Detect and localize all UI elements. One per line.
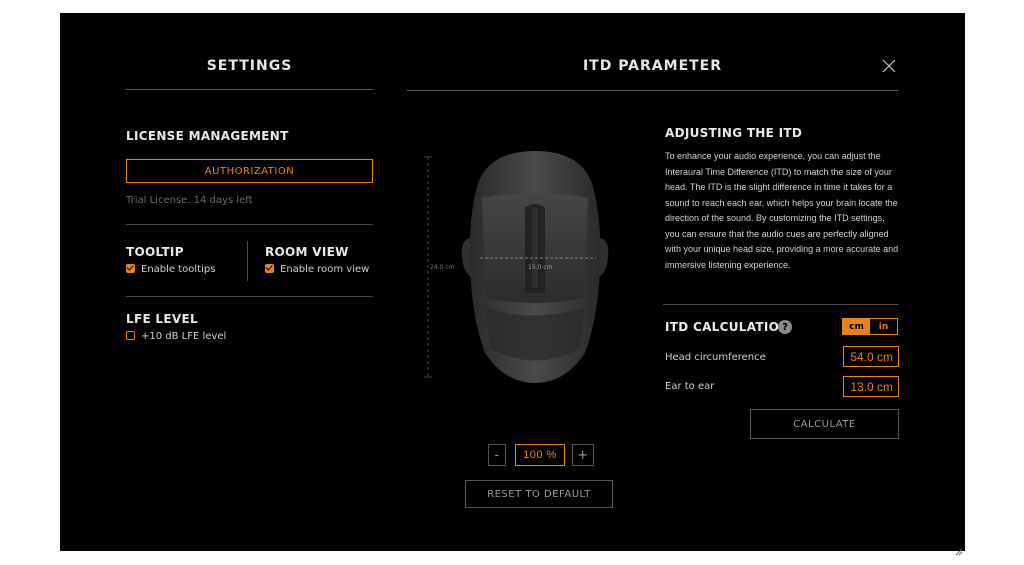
help-icon[interactable]: ? — [778, 320, 792, 334]
tooltip-room-separator — [247, 241, 248, 281]
lfe-section-title: LFE LEVEL — [126, 312, 198, 326]
lfe-level-checkbox[interactable]: +10 dB LFE level — [126, 331, 226, 342]
settings-window: SETTINGS LICENSE MANAGEMENT AUTHORIZATIO… — [60, 13, 965, 556]
checkbox-checked-icon — [126, 264, 135, 273]
zoom-value-field[interactable]: 100 % — [515, 444, 565, 466]
zoom-in-button[interactable]: + — [572, 444, 594, 466]
itd-calculation-title: ITD CALCULATION — [665, 320, 790, 334]
enable-room-view-label: Enable room view — [280, 264, 370, 275]
calculate-button[interactable]: CALCULATE — [750, 409, 899, 439]
zoom-out-button[interactable]: - — [488, 444, 506, 466]
settings-title-divider — [126, 89, 373, 90]
unit-toggle: cm in — [842, 318, 898, 335]
head-height-label: 24.0 cm — [430, 264, 455, 271]
itd-parameter-title: ITD PARAMETER — [582, 58, 723, 74]
settings-title: SETTINGS — [206, 58, 293, 74]
license-status: Trial License. 14 days left — [126, 195, 253, 206]
adjusting-itd-description: To enhance your audio experience, you ca… — [665, 151, 899, 270]
license-divider — [126, 224, 373, 225]
options-divider — [126, 296, 373, 297]
authorization-button[interactable]: AUTHORIZATION — [126, 159, 373, 183]
description-divider — [663, 304, 899, 305]
head-model-image — [420, 148, 650, 398]
adjusting-itd-title: ADJUSTING THE ITD — [665, 126, 803, 140]
enable-room-view-checkbox[interactable]: Enable room view — [265, 264, 369, 275]
resize-grip-icon[interactable] — [955, 541, 963, 556]
unit-in-option[interactable]: in — [870, 319, 897, 334]
head-circumference-label: Head circumference — [665, 352, 766, 363]
tooltip-section-title: TOOLTIP — [126, 245, 184, 259]
license-section-title: LICENSE MANAGEMENT — [126, 129, 289, 143]
itd-title-divider — [407, 90, 898, 91]
head-circumference-input[interactable]: 54.0 cm — [843, 346, 899, 367]
enable-tooltips-label: Enable tooltips — [141, 264, 216, 275]
room-view-section-title: ROOM VIEW — [265, 245, 349, 259]
checkbox-checked-icon — [265, 264, 274, 273]
reset-to-default-button[interactable]: RESET TO DEFAULT — [465, 480, 613, 508]
ear-to-ear-label: Ear to ear — [665, 381, 715, 392]
head-width-label: 15.0 cm — [528, 264, 553, 271]
lfe-level-label: +10 dB LFE level — [141, 331, 227, 342]
enable-tooltips-checkbox[interactable]: Enable tooltips — [126, 264, 215, 275]
close-icon[interactable] — [882, 58, 896, 73]
checkbox-unchecked-icon — [126, 331, 135, 340]
ear-to-ear-input[interactable]: 13.0 cm — [843, 376, 899, 397]
unit-cm-option[interactable]: cm — [843, 319, 870, 334]
